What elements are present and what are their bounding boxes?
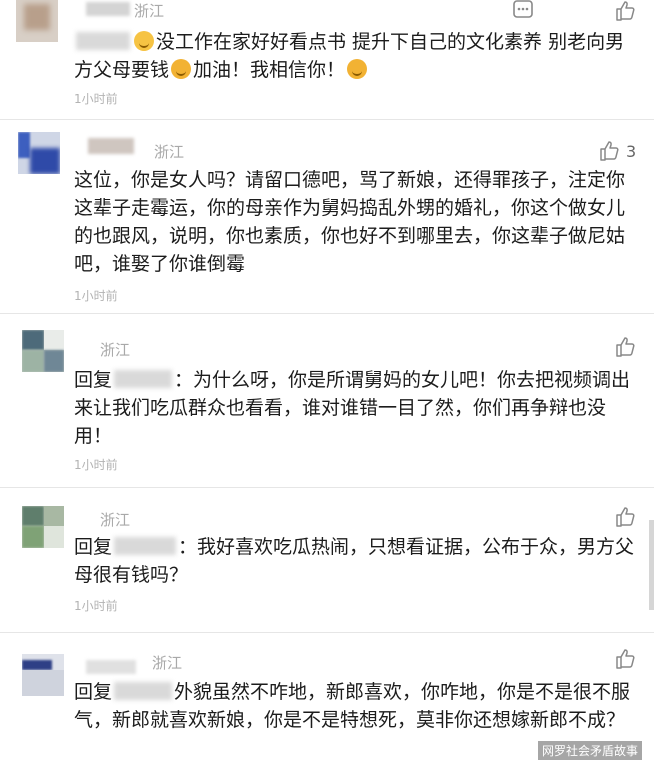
avatar[interactable] (22, 506, 64, 548)
avatar[interactable] (22, 654, 64, 696)
timestamp: 1小时前 (74, 458, 118, 472)
reply-prefix: 回复 (74, 369, 113, 391)
divider (0, 632, 654, 633)
timestamp: 1小时前 (74, 289, 118, 303)
scrollbar[interactable] (649, 520, 654, 610)
reply-prefix: 回复 (74, 681, 113, 703)
comment-text: 这位，你是女人吗？请留口德吧，骂了新娘，还得罪孩子，注定你这辈子走霉运，你的母亲… (74, 169, 626, 275)
like-count: 3 (626, 142, 637, 161)
timestamp: 1小时前 (74, 599, 118, 613)
comment-text-b: 加油！我相信你！ (193, 59, 346, 81)
avatar[interactable] (22, 330, 64, 372)
thumbs-up-icon[interactable] (614, 506, 636, 528)
emoji-icon (347, 59, 368, 79)
emoji-icon (171, 59, 192, 79)
location-label: 浙江 (100, 511, 131, 529)
masked-username (114, 370, 173, 388)
masked-username (114, 537, 177, 555)
watermark: 网罗社会矛盾故事 (537, 741, 642, 760)
location-label: 浙江 (100, 341, 131, 359)
divider (0, 313, 654, 314)
location-label: 浙江 (134, 2, 165, 20)
reply-prefix: 回复 (74, 536, 113, 558)
masked-username (114, 682, 173, 700)
location-label: 浙江 (154, 143, 185, 161)
divider (0, 119, 654, 120)
username[interactable] (88, 138, 134, 154)
location-label: 浙江 (152, 654, 183, 672)
avatar[interactable] (16, 0, 58, 42)
emoji-icon (134, 31, 154, 51)
thumbs-up-icon[interactable] (614, 648, 636, 670)
masked-text (76, 32, 130, 50)
thumbs-up-icon[interactable] (614, 0, 636, 22)
divider (0, 487, 654, 488)
username[interactable] (86, 660, 136, 674)
timestamp: 1小时前 (74, 92, 118, 106)
avatar[interactable] (18, 132, 60, 174)
thumbs-up-icon[interactable] (598, 140, 620, 162)
more-dots-icon[interactable] (512, 0, 534, 22)
username[interactable] (86, 2, 130, 16)
thumbs-up-icon[interactable] (614, 336, 636, 358)
